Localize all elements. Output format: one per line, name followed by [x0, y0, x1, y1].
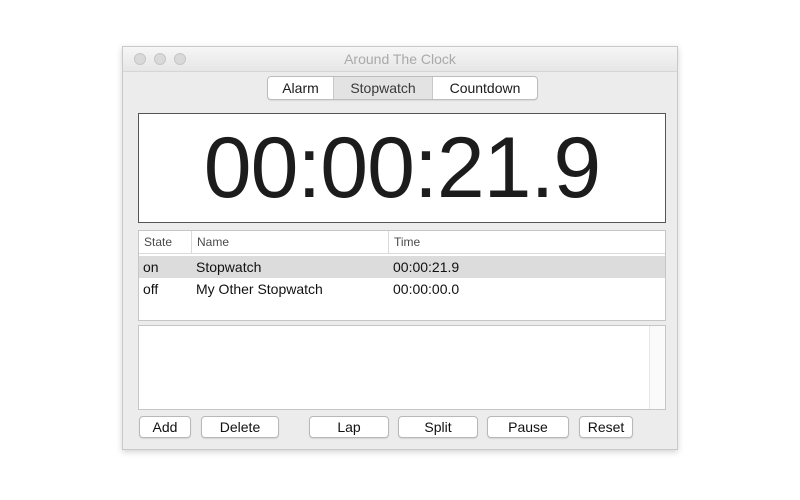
mode-tabs: Alarm Stopwatch Countdown — [267, 76, 538, 100]
split-button[interactable]: Split — [398, 416, 478, 438]
table-header: State Name Time — [139, 231, 665, 254]
row-state: off — [143, 281, 159, 297]
app-window: Around The Clock Alarm Stopwatch Countdo… — [122, 46, 678, 450]
add-button[interactable]: Add — [139, 416, 191, 438]
row-time: 00:00:00.0 — [393, 281, 460, 297]
lap-log-area[interactable] — [138, 325, 666, 410]
column-header-name[interactable]: Name — [191, 231, 388, 253]
row-state: on — [143, 259, 159, 275]
time-display: 00:00:21.9 — [138, 113, 666, 223]
log-scrollbar[interactable] — [649, 326, 665, 409]
column-header-state[interactable]: State — [139, 231, 191, 253]
window-title: Around The Clock — [344, 51, 456, 67]
tab-stopwatch[interactable]: Stopwatch — [334, 77, 433, 99]
pause-button[interactable]: Pause — [487, 416, 569, 438]
tab-countdown[interactable]: Countdown — [433, 77, 537, 99]
row-time: 00:00:21.9 — [393, 259, 460, 275]
delete-button[interactable]: Delete — [201, 416, 279, 438]
column-header-time[interactable]: Time — [388, 231, 665, 253]
table-row[interactable]: on Stopwatch 00:00:21.9 — [139, 256, 665, 278]
table-row[interactable]: off My Other Stopwatch 00:00:00.0 — [139, 278, 665, 300]
reset-button[interactable]: Reset — [579, 416, 633, 438]
row-name: Stopwatch — [196, 259, 262, 275]
row-name: My Other Stopwatch — [196, 281, 323, 297]
tab-alarm[interactable]: Alarm — [268, 77, 334, 99]
stopwatch-table: State Name Time on Stopwatch 00:00:21.9 … — [138, 230, 666, 321]
lap-button[interactable]: Lap — [309, 416, 389, 438]
title-bar[interactable]: Around The Clock — [123, 47, 677, 72]
